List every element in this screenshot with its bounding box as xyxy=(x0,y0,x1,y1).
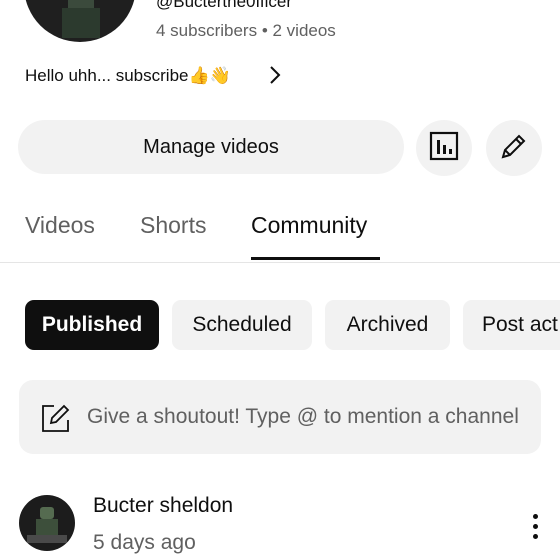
tab-community[interactable]: Community xyxy=(251,212,367,239)
chip-scheduled[interactable]: Scheduled xyxy=(172,300,312,350)
compose-placeholder: Give a shoutout! Type @ to mention a cha… xyxy=(87,405,519,428)
post-author-name[interactable]: Bucter sheldon xyxy=(93,494,233,518)
avatar-figure-base xyxy=(62,8,100,38)
chip-published[interactable]: Published xyxy=(25,300,159,350)
tab-shorts[interactable]: Shorts xyxy=(140,212,206,239)
chevron-right-icon[interactable] xyxy=(265,64,285,86)
compose-post-box[interactable]: Give a shoutout! Type @ to mention a cha… xyxy=(19,380,541,454)
manage-videos-button[interactable]: Manage videos xyxy=(18,120,404,174)
menu-dot xyxy=(532,513,538,519)
channel-stats: 4 subscribers • 2 videos xyxy=(156,21,336,40)
edit-channel-button[interactable] xyxy=(486,120,542,176)
tab-videos[interactable]: Videos xyxy=(25,212,95,239)
menu-dot xyxy=(532,523,538,529)
channel-avatar[interactable] xyxy=(24,0,136,42)
channel-handle: @Bucterthe0fficer xyxy=(156,0,293,11)
channel-tabs: Videos Shorts Community xyxy=(0,190,560,263)
bar-chart-icon xyxy=(429,131,459,166)
pencil-icon xyxy=(499,131,529,166)
more-vert-icon[interactable] xyxy=(520,506,550,546)
post-author-avatar[interactable] xyxy=(19,495,75,551)
analytics-button[interactable] xyxy=(416,120,472,176)
avatar-head xyxy=(40,507,54,519)
chip-post-activity[interactable]: Post act xyxy=(463,300,560,350)
active-tab-indicator xyxy=(251,257,380,260)
compose-icon xyxy=(40,402,72,434)
chip-archived[interactable]: Archived xyxy=(325,300,450,350)
avatar-base xyxy=(27,535,67,543)
channel-description[interactable]: Hello uhh... subscribe👍👋 xyxy=(25,66,231,86)
post-timestamp: 5 days ago xyxy=(93,531,196,554)
menu-dot xyxy=(532,533,538,539)
